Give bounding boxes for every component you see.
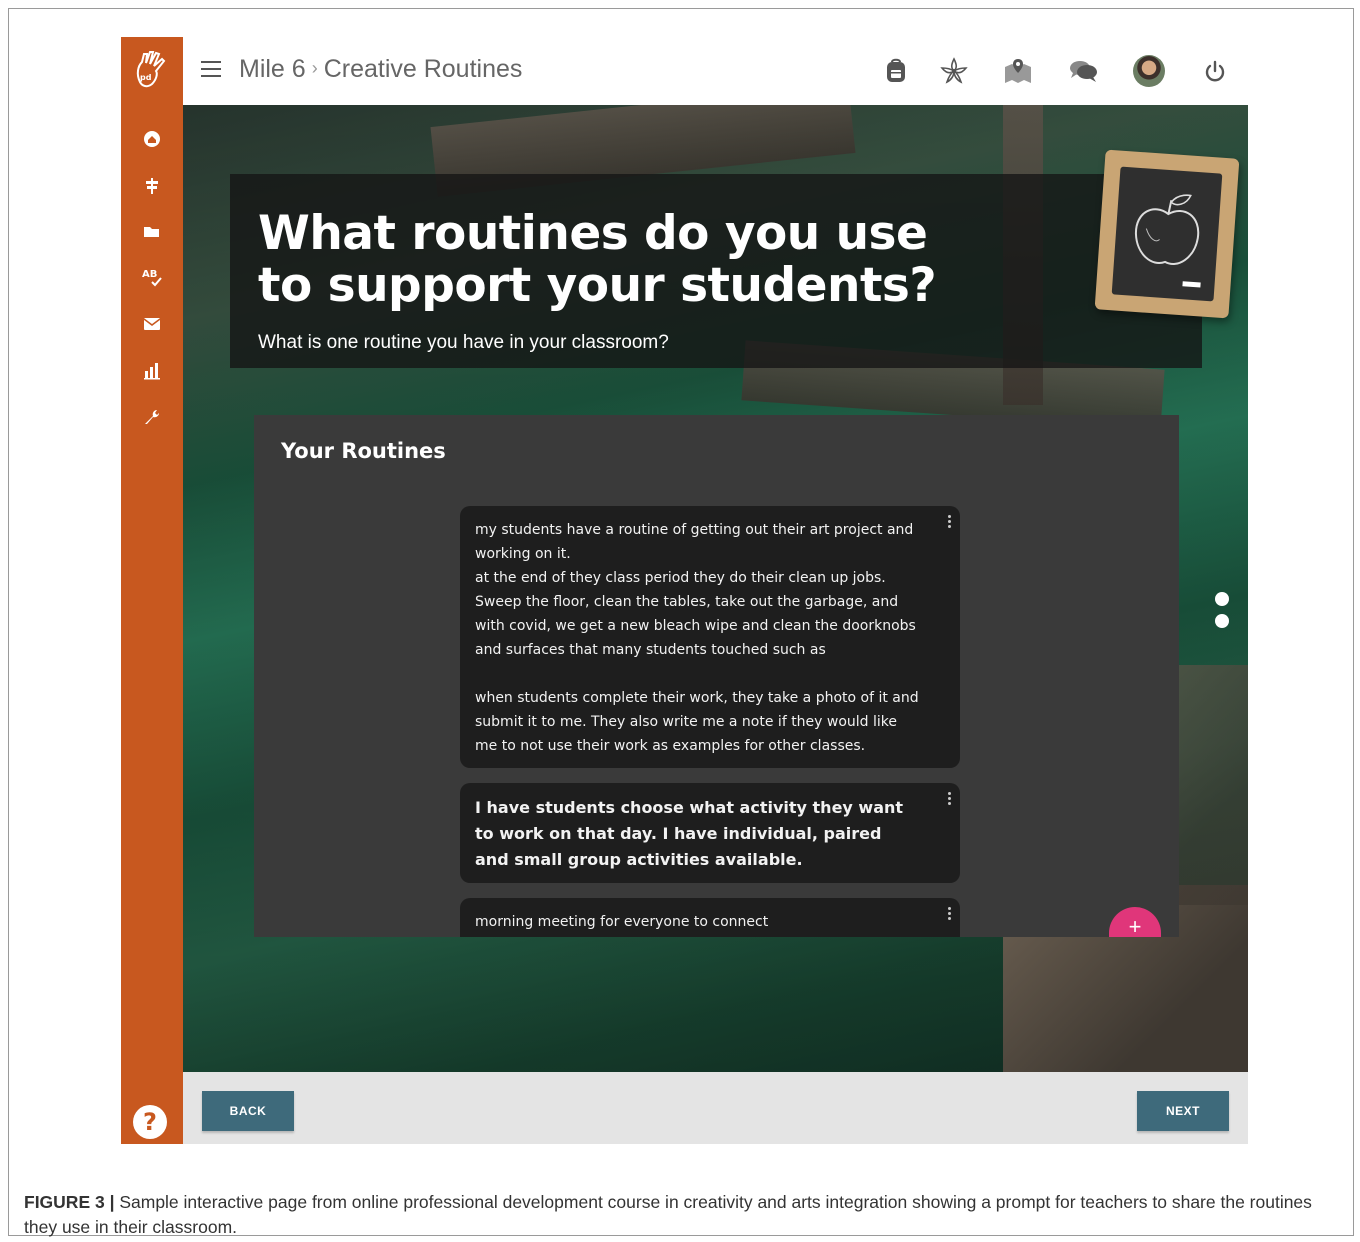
hamburger-menu-icon[interactable] [201, 61, 221, 77]
next-label: NEXT [1165, 1104, 1200, 1118]
pager-dot[interactable] [1215, 614, 1229, 628]
routine-card-text: I have students choose what activity the… [475, 798, 904, 869]
background-dock-image: What routines do you use to support your… [183, 105, 1248, 1072]
back-button[interactable]: BACK [202, 1091, 294, 1131]
figure-caption: FIGURE 3 | Sample interactive page from … [24, 1190, 1324, 1240]
lily-flower-icon[interactable] [938, 55, 970, 87]
more-options-icon[interactable] [946, 515, 952, 529]
top-bar: Mile 6 › Creative Routines [183, 37, 1248, 105]
panel-title: Your Routines [281, 439, 446, 463]
breadcrumb-parent[interactable]: Mile 6 [239, 55, 306, 83]
routine-card-text: morning meeting for everyone to connect [475, 914, 769, 930]
breadcrumb-current: Creative Routines [323, 55, 523, 83]
pager-dots [1215, 592, 1229, 636]
chat-bubbles-icon[interactable] [1067, 55, 1099, 87]
home-icon[interactable] [140, 127, 164, 151]
more-options-icon[interactable] [946, 792, 952, 806]
app-screenshot: pd AB ? Mile 6 › Creative Routines What … [121, 37, 1248, 1144]
spellcheck-icon[interactable]: AB [140, 265, 164, 289]
handprint-logo-icon[interactable]: pd [127, 45, 177, 95]
chalkboard-slate-image [1094, 149, 1240, 319]
question-subtitle: What is one routine you have in your cla… [258, 332, 669, 353]
back-label: BACK [229, 1104, 267, 1118]
routine-card[interactable]: my students have a routine of getting ou… [460, 506, 960, 768]
question-banner: What routines do you use to support your… [230, 174, 1202, 368]
question-title: What routines do you use to support your… [258, 206, 937, 313]
svg-text:AB: AB [142, 269, 157, 280]
envelope-icon[interactable] [140, 312, 164, 336]
svg-text:pd: pd [140, 73, 152, 82]
figure-frame: pd AB ? Mile 6 › Creative Routines What … [8, 8, 1354, 1237]
signpost-icon[interactable] [140, 174, 164, 198]
sidebar: pd AB ? [121, 37, 183, 1144]
routine-card-text: my students have a routine of getting ou… [475, 522, 919, 754]
wrench-icon[interactable] [140, 405, 164, 429]
routine-card[interactable]: I have students choose what activity the… [460, 783, 960, 883]
caption-text: Sample interactive page from online prof… [24, 1192, 1312, 1237]
map-pin-icon[interactable] [1002, 55, 1034, 87]
figure-label: FIGURE 3 | [24, 1192, 115, 1212]
backpack-icon[interactable] [880, 55, 912, 87]
add-icon: + [1128, 914, 1142, 937]
power-icon[interactable] [1199, 55, 1231, 87]
routines-panel: Your Routines my students have a routine… [254, 415, 1179, 937]
footer-nav: BACK NEXT [183, 1072, 1248, 1144]
help-label: ? [143, 1108, 157, 1136]
pager-dot[interactable] [1215, 592, 1229, 606]
next-button[interactable]: NEXT [1137, 1091, 1229, 1131]
more-options-icon[interactable] [946, 907, 952, 921]
breadcrumb-separator: › [311, 58, 318, 78]
folder-icon[interactable] [140, 220, 164, 244]
help-button[interactable]: ? [133, 1105, 167, 1139]
user-avatar[interactable] [1133, 55, 1165, 87]
apple-drawing-icon [1134, 194, 1201, 288]
routine-card[interactable]: morning meeting for everyone to connect [460, 898, 960, 937]
breadcrumb: Mile 6 › Creative Routines [239, 55, 522, 84]
bar-chart-icon[interactable] [140, 359, 164, 383]
